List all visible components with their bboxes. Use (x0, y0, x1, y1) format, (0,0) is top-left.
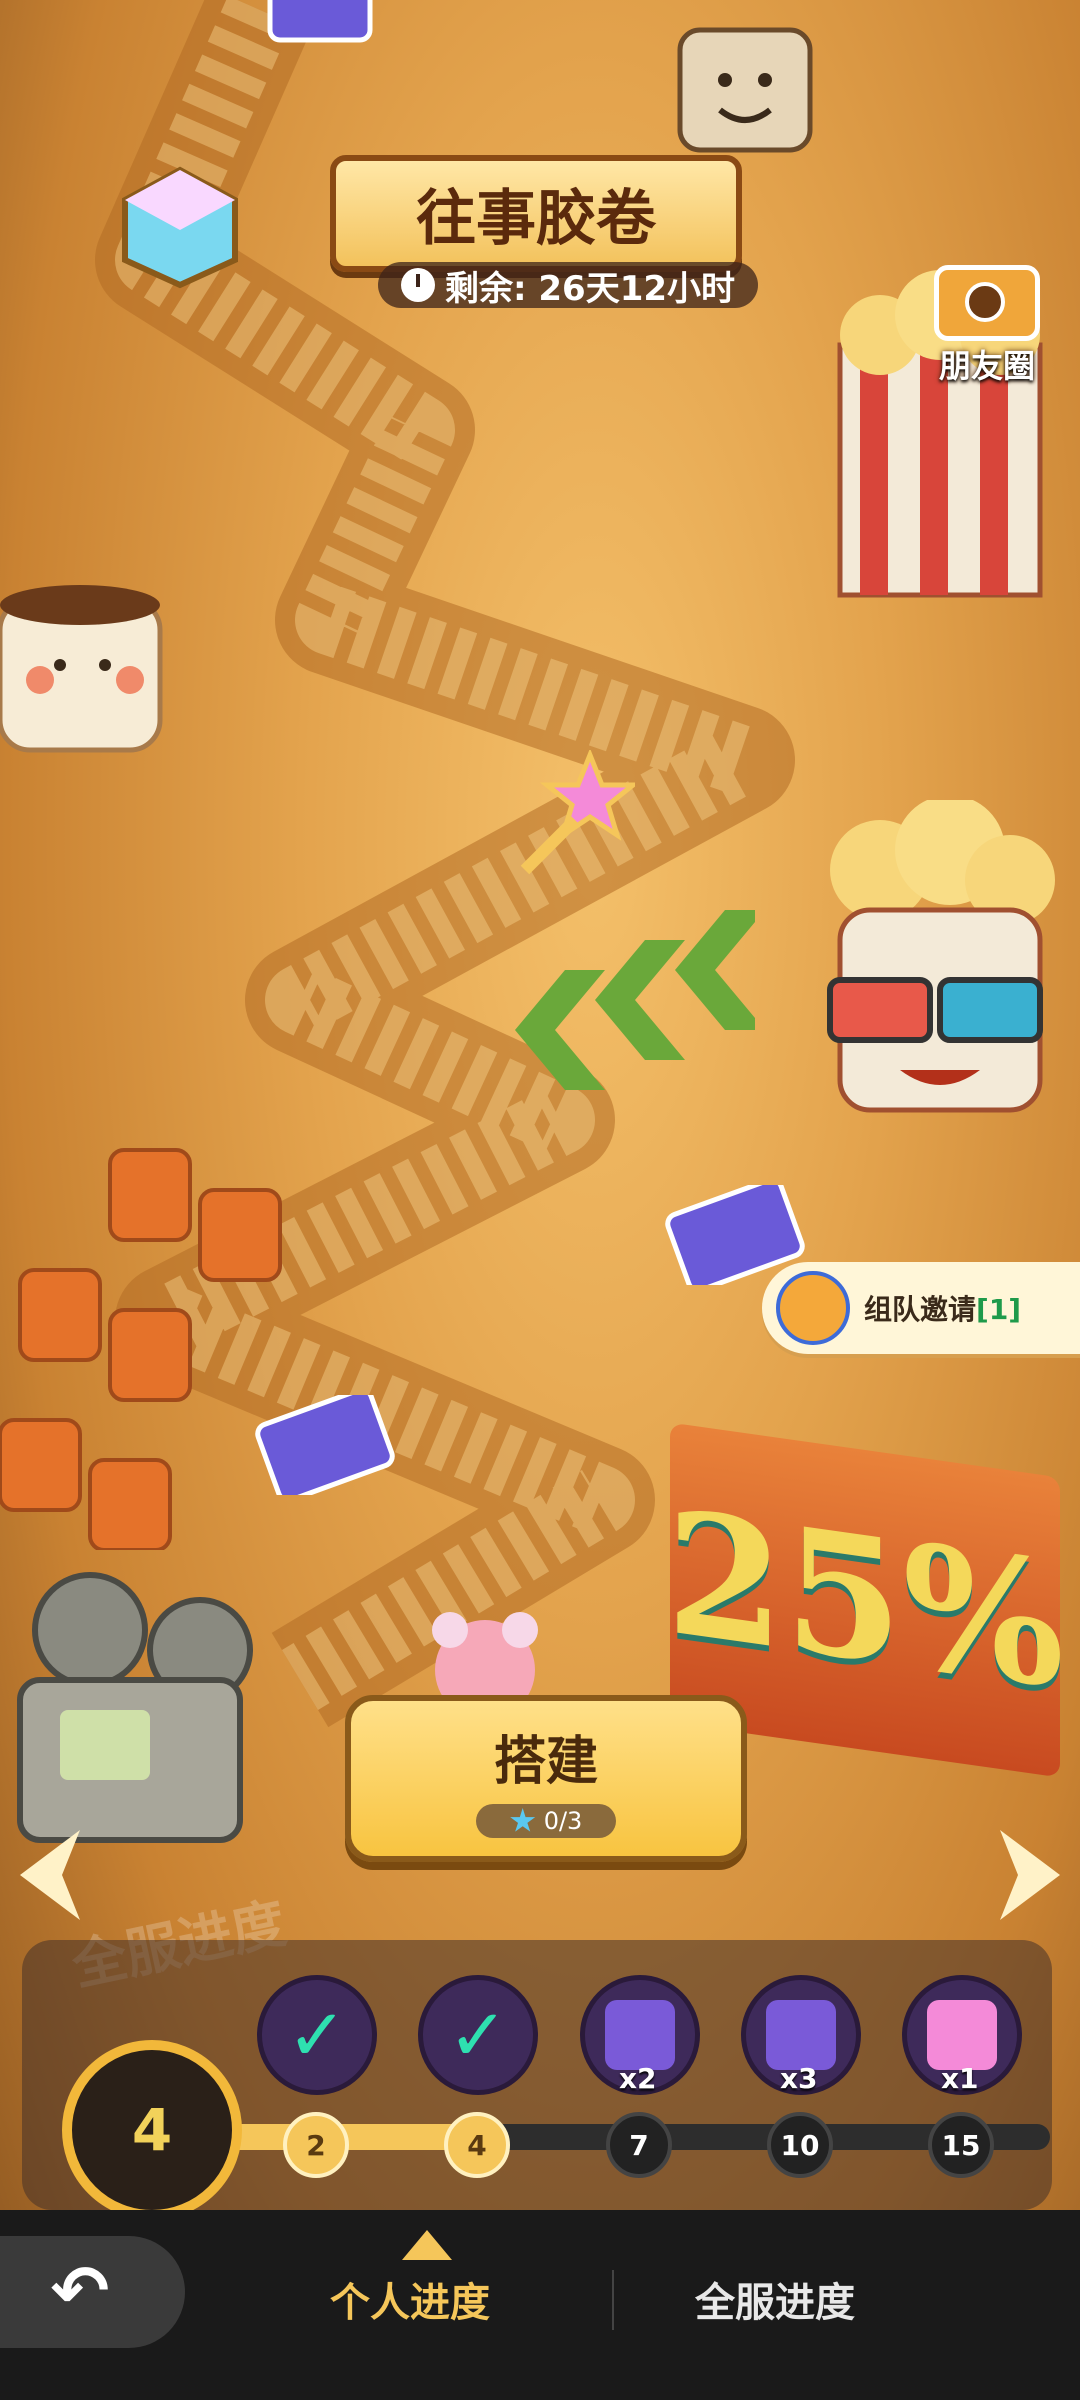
ticket-icon: x2 (580, 1975, 700, 2095)
tab-server-progress[interactable]: 全服进度 (695, 2270, 855, 2328)
film-projector-icon (17, 1572, 253, 1843)
team-invite-text: 组队邀请[1] (864, 1288, 1021, 1328)
build-progress-text: 0/3 (543, 1807, 583, 1835)
event-timer: 剩余: 26天12小时 (378, 262, 758, 309)
build-button[interactable]: 搭建 0/3 (345, 1695, 747, 1862)
milestone-node: 10 (767, 2112, 833, 2178)
check-icon: ✓ (447, 1993, 509, 2077)
tab-divider (612, 2270, 614, 2330)
moments-label: 朋友圈 (938, 347, 1035, 385)
milestone-item[interactable]: ✓ 4 (418, 1975, 538, 2178)
billboard-text: 25% (665, 1472, 1065, 1728)
tv-character-icon (677, 27, 813, 153)
tab-personal-progress[interactable]: 个人进度 (330, 2270, 490, 2328)
camera-icon (934, 265, 1040, 341)
ticket-reward-icon[interactable] (260, 0, 380, 50)
ticket-reward-icon[interactable] (255, 1395, 395, 1495)
milestone-node: 7 (606, 2112, 672, 2178)
milestone-item[interactable]: x3 10 (741, 1975, 861, 2178)
milestone-reward-icon: ✓ (418, 1975, 538, 2095)
build-progress: 0/3 (476, 1804, 616, 1838)
check-icon: ✓ (286, 1993, 348, 2077)
gift-cube-icon[interactable] (115, 160, 245, 290)
build-label: 搭建 (493, 1732, 598, 1792)
direction-chevrons-icon (515, 910, 755, 1090)
team-invite-label: 组队邀请 (864, 1293, 977, 1326)
milestone-node: 2 (283, 2112, 349, 2178)
coffee-cup-character-icon (0, 585, 163, 753)
milestone-node: 4 (444, 2112, 510, 2178)
milestone-multiplier: x3 (780, 2062, 818, 2095)
milestone-node: 15 (928, 2112, 994, 2178)
popcorn-glasses-character-icon (827, 800, 1055, 1113)
clock-icon (400, 268, 435, 302)
milestone-item[interactable]: x1 15 (902, 1975, 1022, 2178)
timer-text: 剩余: 26天12小时 (444, 268, 736, 309)
milestone-multiplier: x2 (619, 2062, 657, 2095)
back-arrow-icon: ↶ (50, 2250, 110, 2332)
key-icon: x1 (902, 1975, 1022, 2095)
team-invite-button[interactable]: 组队邀请[1] (762, 1262, 1080, 1354)
star-icon (510, 1808, 536, 1832)
ticket-icon: x3 (741, 1975, 861, 2095)
moments-button[interactable]: 朋友圈 (912, 265, 1062, 385)
milestone-item[interactable]: x2 7 (580, 1975, 700, 2178)
magic-key-icon[interactable] (505, 750, 635, 880)
level-badge: 4 (62, 2040, 242, 2220)
event-title-banner: 往事胶卷 (330, 155, 742, 272)
milestone-reward-icon: ✓ (257, 1975, 377, 2095)
back-button[interactable]: ↶ (0, 2236, 185, 2348)
megaphone-icon (776, 1271, 850, 1345)
event-title: 往事胶卷 (416, 184, 656, 254)
milestone-item[interactable]: ✓ 2 (257, 1975, 377, 2178)
team-invite-count: [1] (976, 1293, 1022, 1326)
level-value: 4 (131, 2096, 173, 2164)
milestone-multiplier: x1 (941, 2062, 979, 2095)
